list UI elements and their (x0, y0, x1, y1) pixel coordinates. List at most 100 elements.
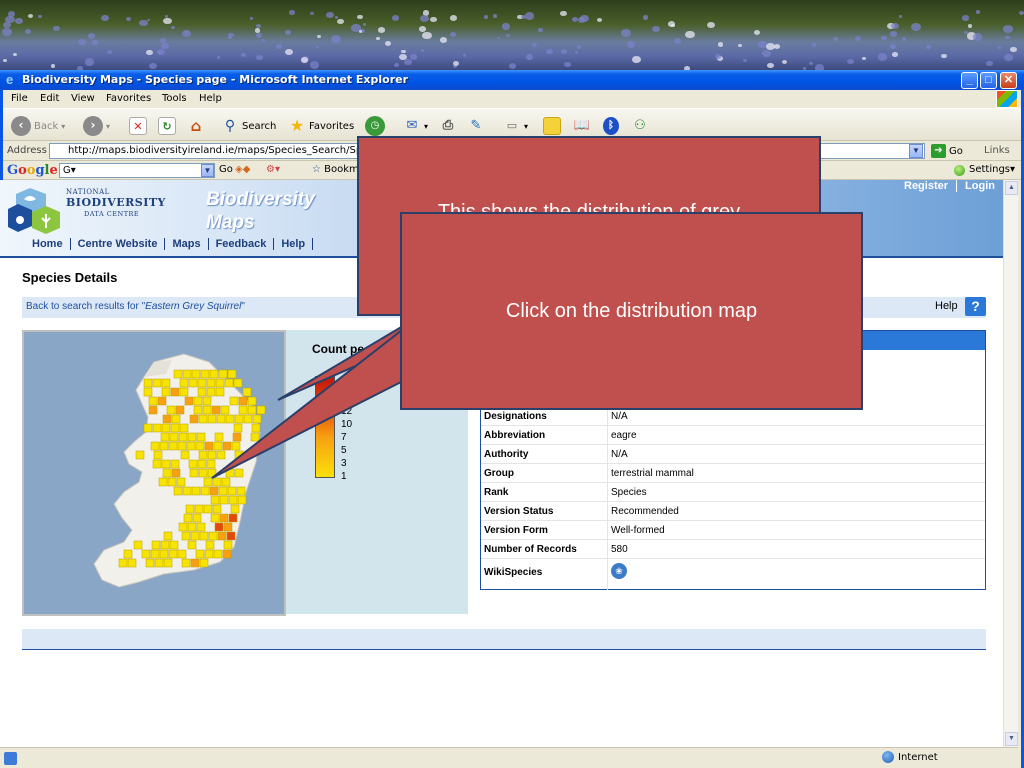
home-icon: ⌂ (190, 117, 202, 135)
nav-help[interactable]: Help (274, 238, 314, 250)
bluebell-flower (310, 11, 315, 16)
help-icon[interactable]: ? (965, 297, 986, 316)
wikispecies-link[interactable]: ❀ (611, 563, 627, 579)
home-button[interactable]: ⌂ (187, 115, 205, 137)
back-to-results-link[interactable]: Back to search results for "Eastern Grey… (26, 301, 245, 312)
distribution-square (141, 549, 151, 559)
row-key: Number of Records (484, 544, 577, 555)
distribution-square (192, 513, 202, 523)
history-button[interactable]: ◷ (365, 115, 385, 137)
discuss-button[interactable]: ▭ ▾ (503, 115, 528, 137)
menu-view[interactable]: View (71, 93, 95, 104)
scroll-up-icon[interactable]: ▲ (1005, 181, 1018, 195)
scroll-down-icon[interactable]: ▼ (1005, 732, 1018, 746)
research-button[interactable]: 📖 (573, 115, 591, 137)
distribution-square (127, 558, 137, 568)
distribution-map[interactable] (22, 330, 286, 616)
distribution-square (247, 396, 257, 406)
popup-blocker-icon[interactable]: ⚙▾ (266, 164, 280, 175)
bluebell-flower (1018, 10, 1024, 15)
distribution-square (213, 549, 223, 559)
distribution-square (233, 423, 243, 433)
legend-label: 1 (341, 471, 347, 482)
google-go-button[interactable]: Go (219, 164, 233, 175)
row-key: WikiSpecies (484, 567, 543, 578)
minimize-button[interactable]: _ (961, 72, 978, 89)
folder-icon (543, 117, 561, 135)
menu-favorites[interactable]: Favorites (106, 93, 151, 104)
row-key: Group (484, 468, 514, 479)
menu-edit[interactable]: Edit (40, 93, 59, 104)
distribution-square (161, 378, 171, 388)
distribution-square (179, 423, 189, 433)
distribution-square (196, 522, 206, 532)
vertical-scrollbar[interactable]: ▲ ▼ (1003, 180, 1018, 747)
table-row: Authority N/A (481, 445, 985, 464)
go-arrow-icon: ➔ (931, 144, 946, 158)
bluebell-flower (420, 14, 429, 22)
distribution-square (170, 423, 180, 433)
forward-button[interactable]: › ▾ (83, 115, 110, 137)
bluebell-flower (520, 14, 526, 19)
table-row: Version Status Recommended (481, 502, 985, 521)
distribution-square (218, 486, 228, 496)
edit-button[interactable]: ✎ (467, 115, 485, 137)
go-button[interactable]: ➔ Go (931, 144, 963, 158)
menu-file[interactable]: File (11, 93, 28, 104)
google-dropdown-icon[interactable]: ▼ (201, 164, 214, 177)
distribution-square (219, 513, 229, 523)
site-title-line1: Biodiversity (206, 189, 315, 210)
google-search-input[interactable]: G▾ (59, 163, 215, 178)
bluetooth-button[interactable]: ᛒ (603, 115, 619, 137)
print-button[interactable]: ⎙ (439, 115, 457, 137)
bluebell-flower (766, 62, 774, 69)
distribution-square (160, 540, 170, 550)
menu-help[interactable]: Help (199, 93, 222, 104)
bluebell-flower (378, 27, 386, 34)
legend-label: 12 (341, 406, 353, 417)
google-logo[interactable]: Google (7, 163, 58, 178)
title-bar[interactable]: e Biodiversity Maps - Species page - Mic… (0, 70, 1024, 90)
login-link[interactable]: Login (957, 180, 1003, 192)
maximize-button[interactable]: □ (980, 72, 997, 89)
menu-tools[interactable]: Tools (162, 93, 187, 104)
mail-icon: ✉ (406, 118, 418, 133)
bluebell-flower (315, 45, 320, 49)
bluebell-flower (855, 36, 862, 41)
nav-home[interactable]: Home (24, 238, 71, 250)
mail-button[interactable]: ✉ ▾ (403, 115, 428, 137)
bluebell-flower (967, 23, 973, 28)
bluebell-flower (773, 43, 781, 50)
favorites-button[interactable]: ★ Favorites (288, 115, 354, 137)
folder-button[interactable] (543, 115, 561, 137)
search-icon: ⚲ (224, 118, 236, 134)
distribution-square (232, 432, 242, 442)
distribution-square (216, 414, 226, 424)
bluebell-flower (889, 44, 896, 50)
nav-maps[interactable]: Maps (165, 238, 209, 250)
bookmarks-button[interactable]: ☆ Bookm (312, 164, 359, 175)
bluebell-flower (429, 16, 437, 23)
nav-feedback[interactable]: Feedback (209, 238, 275, 250)
links-button[interactable]: Links (984, 145, 1010, 156)
distribution-square (206, 459, 216, 469)
settings-button[interactable]: Settings▾ (969, 164, 1015, 175)
stop-button[interactable]: ✕ (129, 115, 147, 137)
close-button[interactable]: ✕ (1000, 72, 1017, 89)
register-link[interactable]: Register (896, 180, 958, 192)
help-label[interactable]: Help (935, 300, 958, 312)
table-row: Rank Species (481, 483, 985, 502)
refresh-button[interactable]: ↻ (158, 115, 176, 137)
nav-centre-website[interactable]: Centre Website (71, 238, 166, 250)
distribution-square (204, 549, 214, 559)
distribution-square (178, 432, 188, 442)
distribution-square (176, 477, 186, 487)
distribution-square (222, 441, 232, 451)
windows-logo-icon (996, 90, 1018, 108)
address-dropdown-icon[interactable]: ▼ (909, 144, 923, 158)
back-button[interactable]: ‹ Back ▾ (11, 115, 65, 137)
messenger-button[interactable]: ⚇ (631, 115, 649, 137)
search-button[interactable]: ⚲ Search (221, 115, 277, 137)
distribution-square (175, 405, 185, 415)
distribution-square (202, 396, 212, 406)
